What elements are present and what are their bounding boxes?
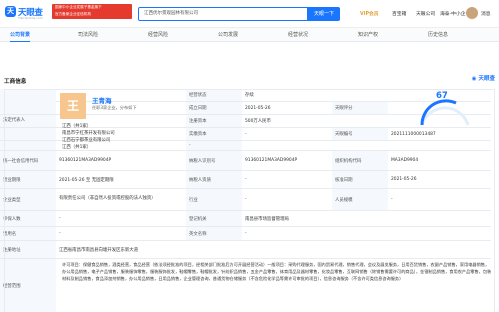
value-taxpayer-qual: - xyxy=(245,177,247,182)
label-blank: - xyxy=(186,141,242,150)
tab-company-development[interactable]: 公司发展 xyxy=(218,28,238,42)
legal-rep-company[interactable]: 江西石宁都茶业有限公司 xyxy=(62,137,115,144)
nav-vip[interactable]: VIP会员 xyxy=(360,10,379,17)
top-header: 天 天眼查 TianYanCha.com 国家中小企业发展子基金旗下 官方备案企… xyxy=(0,0,499,28)
legal-rep-companies: 江西（共1家） 南昌市宁红茶开发有限公司 江西石宁都茶业有限公司 江西（共1家） xyxy=(62,123,115,151)
label-status: 经营状态 xyxy=(186,89,242,101)
value-former-name: - xyxy=(59,231,61,236)
label-taxpayer-id: 纳税人识别号 xyxy=(186,151,242,170)
nav-messages[interactable]: 消息 xyxy=(481,10,491,17)
value-registered-capital: 500万人民币 xyxy=(245,119,271,124)
value-credit-code: 91360121MA3AD9904P xyxy=(59,158,112,163)
value-term: 2021-05-26 至 无固定期限 xyxy=(59,177,114,183)
value-address: 江西省南昌市南昌县向塘开发区东新大道 xyxy=(59,247,139,253)
value-english-name: - xyxy=(245,231,247,236)
tab-operating-status[interactable]: 经营状况 xyxy=(288,28,308,42)
label-term: 营业期限 xyxy=(0,171,56,188)
value-approval-date: 2021-05-26 xyxy=(391,177,417,182)
brand-watermark: ◉ 天眼查 xyxy=(472,74,495,82)
legal-rep-region: 江西（共1家） xyxy=(62,145,92,150)
tab-intellectual-property[interactable]: 知识产权 xyxy=(358,28,378,42)
label-tyc-score: 天眼评分 xyxy=(332,102,388,114)
value-org-code: MA3AD9904 xyxy=(391,158,419,163)
label-approval-date: 核准日期 xyxy=(332,171,388,188)
label-registration-authority: 登记机关 xyxy=(186,211,242,226)
search-button[interactable]: 天眼一下 xyxy=(308,7,340,21)
brand-watermark-text: 天眼查 xyxy=(478,76,495,82)
table-row: 企业类型 有限责任公司（非自然人投资或控股的法人独资） 行业 - 人员规模 - xyxy=(0,189,491,211)
value-paid-capital: - xyxy=(245,131,247,137)
label-staff-size: 人员规模 xyxy=(332,189,388,210)
value-insured: - xyxy=(59,216,61,221)
legal-rep-company[interactable]: 南昌市宁红茶开发有限公司 xyxy=(62,130,115,137)
logo[interactable]: 天 天眼查 TianYanCha.com xyxy=(5,5,49,20)
section-title: 工商信息 xyxy=(4,79,27,85)
label-credit-code: 统一社会信用代码 xyxy=(0,151,56,170)
label-taxpayer-qual: 纳税人资质 xyxy=(186,171,242,188)
tab-history[interactable]: 历史信息 xyxy=(428,28,448,42)
banner-line-1: 国家中小企业发展子基金旗下 xyxy=(55,5,102,9)
label-english-name: 英文名称 xyxy=(186,227,242,240)
table-row: 统一社会信用代码 91360121MA3AD9904P 纳税人识别号 91360… xyxy=(0,151,491,171)
label-paid-capital: 实缴资本 xyxy=(186,128,242,140)
nav-smb[interactable]: 海泰·中小企 xyxy=(440,10,466,17)
score-value: 67 xyxy=(436,91,448,101)
value-founded: 2021-05-26 xyxy=(245,105,271,111)
nav-tianyan-company[interactable]: 天眼公司 xyxy=(416,10,435,17)
label-founded: 成立日期 xyxy=(186,102,242,114)
label-org-code: 组织机构代码 xyxy=(332,151,388,170)
label-registered-capital: 注册资本 xyxy=(186,115,242,127)
label-company-type: 企业类型 xyxy=(0,189,56,210)
user-avatar[interactable] xyxy=(466,7,478,19)
legal-rep-avatar[interactable]: 王 xyxy=(60,93,86,119)
tab-company-background[interactable]: 公司背景 xyxy=(10,28,31,42)
label-business-scope: 经营范围 xyxy=(0,259,56,312)
value-staff-size: - xyxy=(391,197,393,202)
logo-url: TianYanCha.com xyxy=(18,16,43,20)
value-registration-authority: 南昌县市场监督管理局 xyxy=(245,216,289,222)
search-input[interactable]: 江西优尔景观园林有限公司 xyxy=(138,7,308,21)
legal-rep-subtitle: 任职3家企业，分布如下 xyxy=(92,105,137,110)
value-business-scope: 许可项目：保健食品销售，酒类经营，食品经营（依法须经批准的项目，经相关部门批准后… xyxy=(62,262,492,281)
logo-icon: 天 xyxy=(5,6,16,17)
label-insured: 参保人数 xyxy=(0,211,56,226)
label-former-name: 曾用名 xyxy=(0,227,56,240)
legal-rep-region: 江西（共1家） xyxy=(62,124,92,129)
table-row: 参保人数 - 登记机关 南昌县市场监督管理局 xyxy=(0,211,491,227)
table-row: 注册地址 江西省南昌市南昌县向塘开发区东新大道 xyxy=(0,241,491,259)
tab-operating-risk[interactable]: 经营风险 xyxy=(148,28,168,42)
nav-toolbox[interactable]: 百宝箱 xyxy=(392,10,406,17)
table-row: 营业期限 2021-05-26 至 无固定期限 纳税人资质 - 核准日期 202… xyxy=(0,171,491,189)
value-taxpayer-id: 91360121MA3AD9904P xyxy=(245,158,298,163)
label-industry: 行业 xyxy=(186,189,242,210)
label-address: 注册地址 xyxy=(0,241,56,258)
value-status: 存续 xyxy=(245,93,254,98)
label-tyc-id: 天眼编号 xyxy=(332,128,388,140)
table-row: 曾用名 - 英文名称 - xyxy=(0,227,491,241)
legal-rep-name[interactable]: 王青海 xyxy=(92,95,112,105)
value-industry: - xyxy=(245,197,247,202)
tab-bar: 公司背景 司法风险 经营风险 公司发展 经营状况 知识产权 历史信息 xyxy=(0,28,499,42)
tab-judicial-risk[interactable]: 司法风险 xyxy=(78,28,98,42)
credential-banner: 国家中小企业发展子基金旗下 官方备案企业征信机构 xyxy=(52,4,132,19)
value-company-type: 有限责任公司（非自然人投资或控股的法人独资） xyxy=(59,196,156,202)
banner-line-2: 官方备案企业征信机构 xyxy=(55,12,91,16)
